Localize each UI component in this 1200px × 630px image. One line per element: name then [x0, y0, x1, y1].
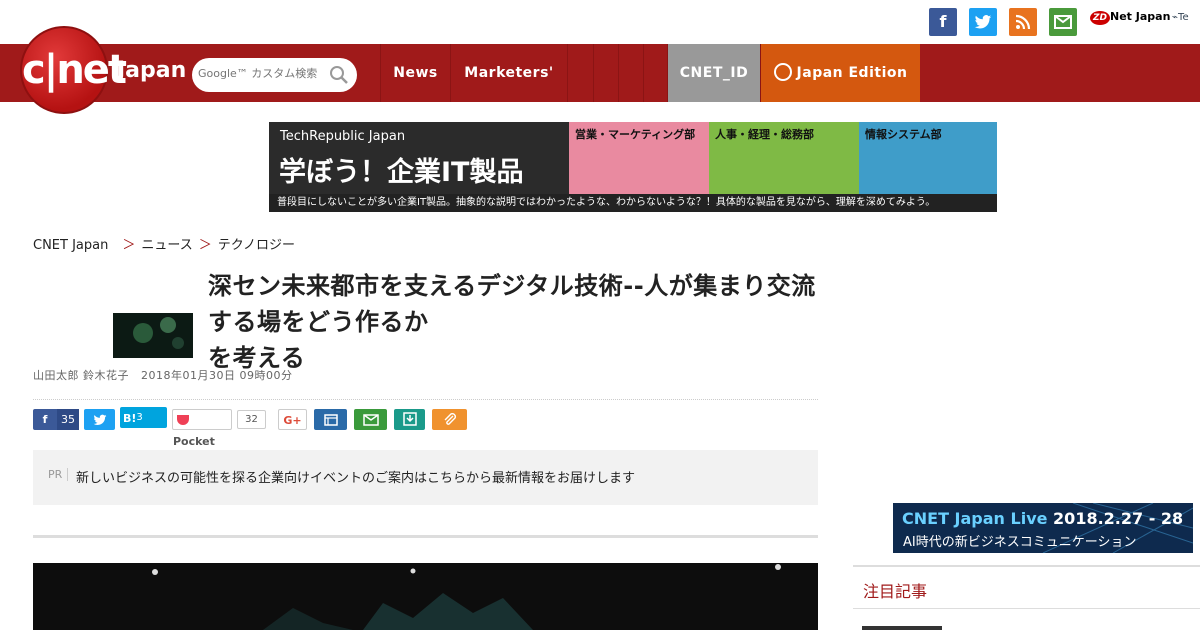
sidebar-divider	[853, 608, 1200, 609]
search-icon[interactable]	[329, 65, 349, 85]
breadcrumb-separator: ＞	[198, 238, 212, 253]
techrepublic-logo[interactable]: ⌁Te	[1172, 12, 1189, 23]
sidebar-thumbnail[interactable]	[862, 626, 942, 630]
print-button[interactable]	[314, 409, 347, 430]
mail-share-button[interactable]	[354, 409, 387, 430]
banner-footer: 普段目にしないことが多い企業IT製品。抽象的な説明ではわかったような、わからない…	[269, 194, 997, 212]
sidebar-section-title: 注目記事	[863, 582, 928, 601]
cnet-logo[interactable]: c|net	[20, 26, 127, 114]
nav-item-empty-2[interactable]	[593, 44, 618, 102]
top-utility-bar: f ZD Net Japan ⌁Te	[0, 0, 1200, 44]
pr-box[interactable]: PR 新しいビジネスの可能性を探る企業向けイベントのご案内はこちらから最新情報を…	[33, 450, 818, 505]
banner-ad[interactable]: TechRepublic Japan 学ぼう！企業IT製品 営業・マーケティング…	[269, 122, 997, 212]
publish-date: 2018年01月30日 09時00分	[141, 369, 293, 382]
section-divider	[33, 535, 818, 538]
banner-panel-it: 情報システム部	[859, 122, 997, 204]
breadcrumb-home[interactable]: CNET Japan	[33, 238, 108, 253]
search-input[interactable]	[198, 67, 328, 80]
logo-japan-label: Japan	[117, 58, 187, 83]
breadcrumb-separator: ＞	[122, 238, 136, 253]
pocket-count: 32	[237, 410, 266, 429]
nav-item-empty-4[interactable]	[643, 44, 667, 102]
banner-panel-hr: 人事・経理・総務部	[709, 122, 859, 204]
chevron-down-icon	[773, 63, 792, 81]
zdnet-japan-logo[interactable]: ZD Net Japan	[1090, 10, 1170, 25]
sidebar-top-border	[853, 565, 1200, 567]
nav-item-empty-3[interactable]	[618, 44, 643, 102]
breadcrumb-news[interactable]: ニュース	[141, 238, 192, 253]
rss-icon[interactable]	[1009, 8, 1037, 36]
article-main-image	[33, 563, 818, 630]
breadcrumb-technology[interactable]: テクノロジー	[218, 238, 295, 253]
article-byline: 山田太郎 鈴木花子 2018年01月30日 09時00分	[33, 367, 292, 383]
banner-brand: TechRepublic Japan	[280, 129, 406, 144]
author-names[interactable]: 山田太郎 鈴木花子	[33, 369, 129, 382]
pr-tag: PR	[48, 468, 69, 481]
nav-marketers[interactable]: Marketers'	[450, 44, 567, 102]
download-icon	[402, 412, 417, 426]
banner-headline: 学ぼう！企業IT製品	[279, 157, 524, 188]
mail-icon[interactable]	[1049, 8, 1077, 36]
google-plus-button[interactable]: G+	[278, 409, 307, 430]
twitter-icon	[93, 414, 106, 426]
article-title: 深セン未来都市を支えるデジタル技術--人が集まり交流する場をどう作るか を考える	[208, 272, 816, 372]
facebook-icon[interactable]: f	[929, 8, 957, 36]
mail-icon	[362, 414, 379, 426]
print-icon	[323, 414, 338, 426]
nav-cnet-id[interactable]: CNET_ID	[667, 44, 760, 102]
facebook-icon: f	[42, 413, 48, 426]
nav-item-empty-1[interactable]	[567, 44, 593, 102]
nav-news[interactable]: News	[380, 44, 450, 102]
nav-japan-edition[interactable]: Japan Edition	[760, 44, 920, 102]
divider	[33, 399, 818, 400]
twitter-icon[interactable]	[969, 8, 997, 36]
clip-button[interactable]	[432, 409, 467, 430]
event-ad[interactable]: CNET Japan Live 2018.2.27 - 28 AI時代の新ビジネ…	[893, 503, 1193, 553]
hatena-bookmark-button[interactable]: B!3	[120, 407, 167, 428]
save-button[interactable]	[394, 409, 425, 430]
breadcrumb: CNET Japan ＞ ニュース ＞ テクノロジー	[33, 234, 295, 253]
author-thumbnail	[113, 313, 193, 358]
banner-panel-sales: 営業・マーケティング部	[569, 122, 709, 204]
facebook-share-button[interactable]: f 35	[33, 409, 79, 430]
paperclip-icon	[444, 413, 456, 425]
search-box[interactable]	[192, 58, 357, 92]
pocket-button[interactable]: Pocket	[172, 409, 232, 448]
twitter-share-button[interactable]	[84, 409, 115, 430]
pocket-icon	[177, 415, 189, 425]
pr-text[interactable]: 新しいビジネスの可能性を探る企業向けイベントのご案内はこちらから最新情報をお届け…	[76, 467, 635, 486]
